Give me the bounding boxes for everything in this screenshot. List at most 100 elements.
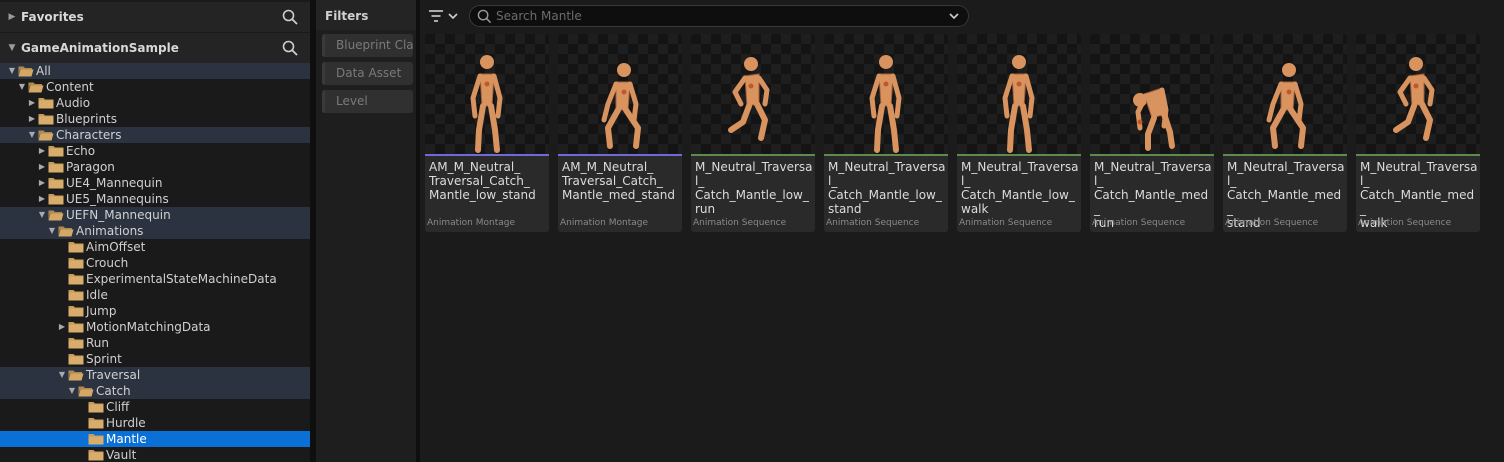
asset-tile[interactable]: M_Neutral_Traversal_ Catch_Mantle_med_ wal…: [1356, 34, 1480, 232]
asset-name-line: Traversal_Catch_: [562, 174, 663, 188]
project-header[interactable]: ▼ GameAnimationSample: [0, 33, 310, 63]
tree-item-run[interactable]: Run: [0, 335, 310, 351]
asset-name-line: M_Neutral_Traversal_: [1227, 160, 1345, 188]
asset-type-label: Animation Montage: [560, 218, 649, 228]
asset-name-line: AM_M_Neutral_: [562, 160, 654, 174]
tree-item-label: Characters: [56, 128, 122, 142]
folder-icon: [68, 273, 84, 285]
filter-level[interactable]: Level: [322, 90, 413, 113]
asset-type-color-bar: [1090, 154, 1214, 156]
favorites-header[interactable]: ▶ Favorites: [0, 2, 310, 32]
chevron-down-icon[interactable]: ▼: [3, 43, 21, 53]
folder-icon: [38, 113, 54, 125]
tree-item-aimoffset[interactable]: AimOffset: [0, 239, 310, 255]
asset-tile[interactable]: M_Neutral_Traversal_ Catch_Mantle_low_ wal…: [957, 34, 1081, 232]
tree-item-vault[interactable]: Vault: [0, 447, 310, 462]
asset-name: M_Neutral_Traversal_ Catch_Mantle_low_ run: [695, 160, 813, 216]
asset-name-line: M_Neutral_Traversal_: [695, 160, 813, 188]
tree-item-jump[interactable]: Jump: [0, 303, 310, 319]
tree-item-content[interactable]: ▼ Content: [0, 79, 310, 95]
tree-item-motionmatchingdata[interactable]: ▶ MotionMatchingData: [0, 319, 310, 335]
asset-type-color-bar: [425, 154, 549, 156]
filter-data-asset[interactable]: Data Asset: [322, 62, 413, 85]
chevron-down-icon[interactable]: ▼: [26, 127, 38, 143]
chevron-right-icon[interactable]: ▶: [36, 159, 48, 175]
folder-icon: [48, 161, 64, 173]
folder-open-icon: [58, 225, 74, 237]
tree-item-audio[interactable]: ▶ Audio: [0, 95, 310, 111]
filter-icon[interactable]: [428, 8, 462, 24]
asset-type-label: Animation Sequence: [959, 218, 1053, 228]
chevron-right-icon[interactable]: ▶: [56, 319, 68, 335]
folder-icon: [88, 417, 104, 429]
chevron-right-icon[interactable]: ▶: [26, 95, 38, 111]
filters-panel: Filters Blueprint Class Data Asset Level: [316, 0, 416, 462]
asset-tile[interactable]: AM_M_Neutral_ Traversal_Catch_ Mantle_med_…: [558, 34, 682, 232]
asset-thumbnail: [1090, 34, 1214, 154]
tree-item-uefn-mannequin[interactable]: ▼ UEFN_Mannequin: [0, 207, 310, 223]
chevron-down-icon[interactable]: ▼: [16, 79, 28, 95]
folder-icon: [68, 305, 84, 317]
asset-tile[interactable]: M_Neutral_Traversal_ Catch_Mantle_med_ run…: [1090, 34, 1214, 232]
tree-item-blueprints[interactable]: ▶ Blueprints: [0, 111, 310, 127]
asset-tile[interactable]: M_Neutral_Traversal_ Catch_Mantle_low_ run…: [691, 34, 815, 232]
tree-item-traversal[interactable]: ▼ Traversal: [0, 367, 310, 383]
tree-item-crouch[interactable]: Crouch: [0, 255, 310, 271]
tree-item-catch[interactable]: ▼ Catch: [0, 383, 310, 399]
chevron-right-icon[interactable]: ▶: [36, 191, 48, 207]
chevron-down-icon[interactable]: ▼: [66, 383, 78, 399]
tree-item-hurdle[interactable]: Hurdle: [0, 415, 310, 431]
search-icon[interactable]: [282, 40, 298, 56]
asset-thumbnail: [1223, 34, 1347, 154]
chevron-right-icon[interactable]: ▶: [3, 12, 21, 22]
tree-item-label: Mantle: [106, 432, 147, 446]
asset-thumbnail: [691, 34, 815, 154]
tree-item-all[interactable]: ▼ All: [0, 63, 310, 79]
folder-icon: [68, 241, 84, 253]
tree-item-ue4-mannequin[interactable]: ▶ UE4_Mannequin: [0, 175, 310, 191]
asset-name-line: M_Neutral_Traversal_: [1360, 160, 1478, 188]
chevron-right-icon[interactable]: ▶: [26, 111, 38, 127]
chevron-down-icon[interactable]: ▼: [6, 63, 18, 79]
tree-item-animations[interactable]: ▼ Animations: [0, 223, 310, 239]
filter-blueprint-class[interactable]: Blueprint Class: [322, 34, 413, 57]
tree-item-characters[interactable]: ▼ Characters: [0, 127, 310, 143]
asset-name-line: Catch_Mantle_low_: [695, 188, 809, 202]
tree-item-idle[interactable]: Idle: [0, 287, 310, 303]
chevron-down-icon[interactable]: ▼: [36, 207, 48, 223]
chevron-right-icon[interactable]: ▶: [36, 175, 48, 191]
chevron-down-icon[interactable]: ▼: [46, 223, 58, 239]
asset-name-line: Catch_Mantle_med_: [1094, 188, 1209, 216]
folder-open-icon: [68, 369, 84, 381]
tree-item-sprint[interactable]: Sprint: [0, 351, 310, 367]
chevron-down-icon[interactable]: ▼: [56, 367, 68, 383]
search-box[interactable]: [469, 5, 969, 27]
asset-name-line: Catch_Mantle_low_: [828, 188, 942, 202]
filter-label: Level: [336, 94, 368, 108]
tree-item-paragon[interactable]: ▶ Paragon: [0, 159, 310, 175]
tree-item-echo[interactable]: ▶ Echo: [0, 143, 310, 159]
asset-name-line: Catch_Mantle_med_: [1227, 188, 1342, 216]
asset-name: AM_M_Neutral_ Traversal_Catch_ Mantle_med_…: [562, 160, 680, 202]
filter-label: Blueprint Class: [336, 38, 413, 52]
tree-item-label: ExperimentalStateMachineData: [86, 272, 277, 286]
asset-tile[interactable]: AM_M_Neutral_ Traversal_Catch_ Mantle_low_…: [425, 34, 549, 232]
folder-open-icon: [48, 209, 64, 221]
chevron-right-icon[interactable]: ▶: [36, 143, 48, 159]
folder-icon: [88, 401, 104, 413]
asset-type-color-bar: [1356, 154, 1480, 156]
asset-name-line: walk: [961, 202, 989, 216]
tree-item-mantle[interactable]: Mantle: [0, 431, 310, 447]
chevron-down-icon[interactable]: [948, 10, 960, 22]
tree-item-ue5-mannequins[interactable]: ▶ UE5_Mannequins: [0, 191, 310, 207]
asset-tile[interactable]: M_Neutral_Traversal_ Catch_Mantle_low_ sta…: [824, 34, 948, 232]
asset-tile[interactable]: M_Neutral_Traversal_ Catch_Mantle_med_ sta…: [1223, 34, 1347, 232]
search-input[interactable]: [496, 7, 936, 25]
search-icon[interactable]: [282, 9, 298, 25]
tree-item-experimentalstatemachinedata[interactable]: ExperimentalStateMachineData: [0, 271, 310, 287]
folder-icon: [68, 353, 84, 365]
tree-item-cliff[interactable]: Cliff: [0, 399, 310, 415]
tree-item-label: Cliff: [106, 400, 130, 414]
asset-name-line: run: [695, 202, 716, 216]
tree-item-label: Jump: [86, 304, 117, 318]
